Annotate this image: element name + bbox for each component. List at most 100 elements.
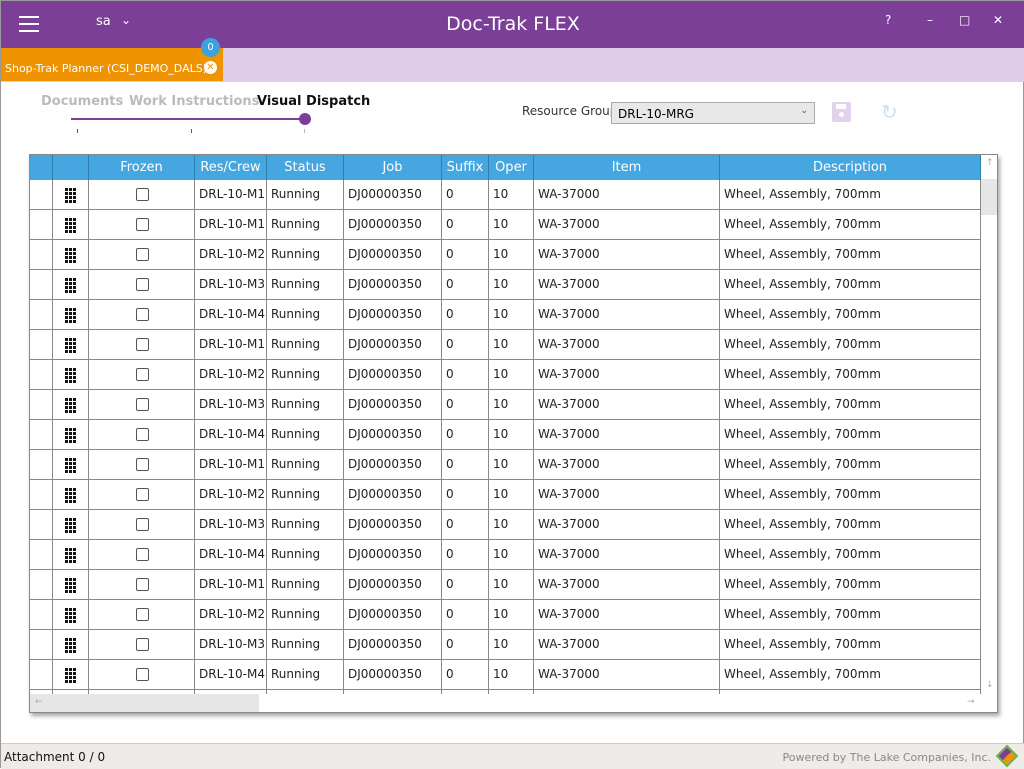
drag-handle-icon[interactable] <box>65 278 76 293</box>
vertical-scroll-thumb[interactable] <box>981 179 997 215</box>
frozen-checkbox[interactable] <box>136 428 149 441</box>
frozen-checkbox[interactable] <box>136 338 149 351</box>
cell-grip[interactable] <box>53 420 89 450</box>
step-documents[interactable]: Documents <box>41 94 123 109</box>
cell-frozen[interactable] <box>89 210 195 240</box>
table-row[interactable]: DRL-10-M2 Running DJ00000350 0 10 WA-37000 Whe… <box>30 600 981 630</box>
cell-grip[interactable] <box>53 660 89 690</box>
table-row[interactable]: DRL-10-M3 Running DJ00000350 0 10 WA-37000 Whe… <box>30 630 981 660</box>
table-row[interactable]: DRL-10-M4 Running DJ00000350 0 10 WA-37000 Whe… <box>30 300 981 330</box>
cell-row-header[interactable] <box>30 360 53 390</box>
drag-handle-icon[interactable] <box>65 368 76 383</box>
frozen-checkbox[interactable] <box>136 668 149 681</box>
cell-row-header[interactable] <box>30 240 53 270</box>
cell-grip[interactable] <box>53 180 89 210</box>
maximize-button[interactable]: □ <box>959 13 970 27</box>
column-header-description[interactable]: Description <box>720 155 981 180</box>
cell-frozen[interactable] <box>89 240 195 270</box>
frozen-checkbox[interactable] <box>136 218 149 231</box>
frozen-checkbox[interactable] <box>136 488 149 501</box>
scroll-right-icon[interactable]: → <box>967 697 975 707</box>
user-name[interactable]: sa <box>96 14 111 29</box>
vertical-scrollbar[interactable]: ↑ ↓ <box>981 155 997 694</box>
frozen-checkbox[interactable] <box>136 308 149 321</box>
table-row[interactable]: DRL-10-M3 Running DJ00000350 0 10 WA-37000 Whe… <box>30 390 981 420</box>
cell-frozen[interactable] <box>89 360 195 390</box>
cell-grip[interactable] <box>53 300 89 330</box>
cell-row-header[interactable] <box>30 210 53 240</box>
table-row[interactable]: DRL-10-M3 Running DJ00000350 0 10 WA-37000 Whe… <box>30 510 981 540</box>
hamburger-menu-icon[interactable] <box>19 16 39 32</box>
step-work-instructions[interactable]: Work Instructions <box>129 94 259 109</box>
drag-handle-icon[interactable] <box>65 458 76 473</box>
frozen-checkbox[interactable] <box>136 548 149 561</box>
frozen-checkbox[interactable] <box>136 248 149 261</box>
drag-handle-icon[interactable] <box>65 608 76 623</box>
table-row[interactable]: DRL-10-M2 Running DJ00000350 0 10 WA-37000 Whe… <box>30 360 981 390</box>
column-header-res-crew[interactable]: Res/Crew <box>195 155 267 180</box>
cell-grip[interactable] <box>53 480 89 510</box>
drag-handle-icon[interactable] <box>65 308 76 323</box>
scroll-up-icon[interactable]: ↑ <box>986 158 994 168</box>
table-row[interactable]: DRL-10-M1 Running DJ00000350 0 10 WA-37000 Whe… <box>30 570 981 600</box>
drag-handle-icon[interactable] <box>65 638 76 653</box>
cell-frozen[interactable] <box>89 450 195 480</box>
cell-row-header[interactable] <box>30 570 53 600</box>
cell-row-header[interactable] <box>30 330 53 360</box>
frozen-checkbox[interactable] <box>136 458 149 471</box>
cell-grip[interactable] <box>53 330 89 360</box>
cell-frozen[interactable] <box>89 630 195 660</box>
cell-frozen[interactable] <box>89 270 195 300</box>
cell-row-header[interactable] <box>30 510 53 540</box>
cell-row-header[interactable] <box>30 450 53 480</box>
cell-grip[interactable] <box>53 570 89 600</box>
cell-frozen[interactable] <box>89 330 195 360</box>
minimize-button[interactable]: – <box>927 13 933 27</box>
cell-row-header[interactable] <box>30 300 53 330</box>
cell-grip[interactable] <box>53 270 89 300</box>
drag-handle-icon[interactable] <box>65 428 76 443</box>
cell-row-header[interactable] <box>30 600 53 630</box>
cell-frozen[interactable] <box>89 300 195 330</box>
cell-row-header[interactable] <box>30 390 53 420</box>
table-row[interactable]: DRL-10-M4 Running DJ00000350 0 10 WA-37000 Whe… <box>30 540 981 570</box>
column-header-job[interactable]: Job <box>344 155 442 180</box>
cell-grip[interactable] <box>53 390 89 420</box>
column-header-item[interactable]: Item <box>534 155 720 180</box>
frozen-checkbox[interactable] <box>136 188 149 201</box>
table-row[interactable]: DRL-10-M3 Running DJ00000350 0 10 WA-37000 Whe… <box>30 270 981 300</box>
resource-group-select[interactable]: DRL-10-MRG ⌄ <box>611 102 815 124</box>
step-visual-dispatch[interactable]: Visual Dispatch <box>257 94 370 109</box>
drag-handle-icon[interactable] <box>65 398 76 413</box>
cell-row-header[interactable] <box>30 630 53 660</box>
cell-row-header[interactable] <box>30 180 53 210</box>
cell-row-header[interactable] <box>30 420 53 450</box>
cell-frozen[interactable] <box>89 390 195 420</box>
frozen-checkbox[interactable] <box>136 398 149 411</box>
column-header-oper[interactable]: Oper <box>489 155 534 180</box>
cell-grip[interactable] <box>53 360 89 390</box>
table-row[interactable]: DRL-10-M1 Running DJ00000350 0 10 WA-37000 Whe… <box>30 180 981 210</box>
drag-handle-icon[interactable] <box>65 188 76 203</box>
close-button[interactable]: ✕ <box>993 13 1003 27</box>
cell-grip[interactable] <box>53 510 89 540</box>
undo-icon[interactable]: ↻ <box>881 100 898 124</box>
cell-grip[interactable] <box>53 600 89 630</box>
step-slider-thumb[interactable] <box>299 113 311 125</box>
column-header-suffix[interactable]: Suffix <box>442 155 489 180</box>
drag-handle-icon[interactable] <box>65 578 76 593</box>
drag-handle-icon[interactable] <box>65 668 76 683</box>
column-header-status[interactable]: Status <box>267 155 344 180</box>
cell-row-header[interactable] <box>30 270 53 300</box>
scroll-down-icon[interactable]: ↓ <box>986 680 994 690</box>
table-row[interactable]: DRL-10-M4 Running DJ00000350 0 10 WA-37000 Whe… <box>30 420 981 450</box>
table-row[interactable]: DRL-10-M1 Running DJ00000350 0 10 WA-37000 Whe… <box>30 450 981 480</box>
frozen-checkbox[interactable] <box>136 518 149 531</box>
horizontal-scrollbar[interactable]: ← → <box>30 694 997 712</box>
frozen-checkbox[interactable] <box>136 608 149 621</box>
cell-frozen[interactable] <box>89 510 195 540</box>
cell-row-header[interactable] <box>30 480 53 510</box>
drag-handle-icon[interactable] <box>65 518 76 533</box>
frozen-checkbox[interactable] <box>136 578 149 591</box>
table-row[interactable]: DRL-10-M4 Running DJ00000350 0 10 WA-37000 Whe… <box>30 660 981 690</box>
